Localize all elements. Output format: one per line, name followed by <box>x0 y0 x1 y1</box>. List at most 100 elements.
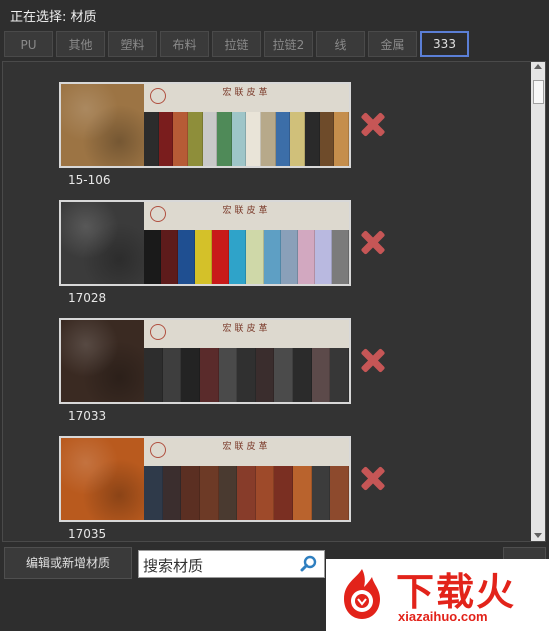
color-strip <box>173 112 188 166</box>
material-swatch <box>61 84 144 166</box>
material-item[interactable]: 宏联皮革 17033 <box>59 318 379 432</box>
color-strip <box>178 230 196 284</box>
scroll-up-arrow-icon[interactable] <box>534 64 542 69</box>
material-item[interactable]: 宏联皮革 17028 <box>59 200 379 314</box>
material-code: 17035 <box>68 527 107 541</box>
tab-zipper2[interactable]: 拉链2 <box>264 31 313 57</box>
delete-icon[interactable] <box>361 466 385 490</box>
color-strips <box>144 348 349 402</box>
color-strip <box>195 230 213 284</box>
color-strip <box>314 230 332 284</box>
material-item[interactable]: 宏联皮革 15-106 <box>59 82 379 196</box>
material-list-panel: 宏联皮革 15-106 宏联皮革 17028 宏联皮革 17033 宏联皮革 17035 <box>2 61 546 542</box>
tab-pu[interactable]: PU <box>4 31 53 57</box>
material-search-input[interactable] <box>141 552 295 578</box>
scroll-down-arrow-icon[interactable] <box>534 533 542 538</box>
color-strip <box>297 230 315 284</box>
color-strip <box>199 466 219 520</box>
vertical-scrollbar[interactable] <box>531 62 545 541</box>
material-code: 17028 <box>68 291 107 305</box>
color-strip <box>330 348 349 402</box>
catalog-header: 宏联皮革 <box>144 202 349 230</box>
color-catalog-image: 宏联皮革 <box>144 320 349 402</box>
material-swatch <box>61 320 144 402</box>
color-strip <box>218 466 238 520</box>
color-strip <box>319 112 335 166</box>
fire-logo-icon <box>344 569 380 619</box>
color-strips <box>144 466 349 520</box>
delete-icon[interactable] <box>361 230 385 254</box>
color-strip <box>237 466 256 520</box>
catalog-logo-icon <box>150 324 166 340</box>
material-swatch <box>61 202 144 284</box>
selection-value: 材质 <box>70 10 97 25</box>
color-strip <box>144 230 162 284</box>
material-thumbnail[interactable]: 宏联皮革 <box>59 436 351 522</box>
color-strip <box>212 230 230 284</box>
color-strip <box>144 112 159 166</box>
tab-plastic[interactable]: 塑料 <box>108 31 157 57</box>
search-icon[interactable] <box>300 555 318 573</box>
color-strip <box>311 466 331 520</box>
color-strips <box>144 230 349 284</box>
color-strip <box>290 112 306 166</box>
color-strip <box>275 112 291 166</box>
color-catalog-image: 宏联皮革 <box>144 84 349 166</box>
material-swatch <box>61 438 144 520</box>
catalog-logo-icon <box>150 442 166 458</box>
catalog-header: 宏联皮革 <box>144 438 349 466</box>
color-strip <box>246 230 264 284</box>
tab-333[interactable]: 333 <box>420 31 469 57</box>
color-strip <box>218 348 238 402</box>
color-strip <box>330 466 349 520</box>
tab-metal[interactable]: 金属 <box>368 31 417 57</box>
color-strip <box>217 112 232 166</box>
material-item[interactable]: 宏联皮革 17035 <box>59 436 379 541</box>
color-strip <box>305 112 320 166</box>
color-strip <box>261 112 276 166</box>
material-code: 17033 <box>68 409 107 423</box>
material-thumbnail[interactable]: 宏联皮革 <box>59 318 351 404</box>
color-strip <box>181 348 200 402</box>
delete-icon[interactable] <box>361 112 385 136</box>
color-strip <box>202 112 218 166</box>
color-strip <box>293 348 312 402</box>
tab-zipper[interactable]: 拉链 <box>212 31 261 57</box>
material-thumbnail[interactable]: 宏联皮革 <box>59 82 351 168</box>
catalog-logo-icon <box>150 88 166 104</box>
color-strip <box>229 230 247 284</box>
color-strip <box>158 112 174 166</box>
category-tabs: PU 其他 塑料 布料 拉链 拉链2 线 金属 333 <box>4 31 469 57</box>
color-strip <box>311 348 331 402</box>
catalog-logo-icon <box>150 206 166 222</box>
color-strip <box>237 348 256 402</box>
selection-status: 正在选择: 材质 <box>10 6 97 25</box>
watermark-url: xiazaihuo.com <box>398 609 488 624</box>
color-strip <box>331 230 349 284</box>
color-strip <box>274 348 294 402</box>
color-catalog-image: 宏联皮革 <box>144 202 349 284</box>
color-catalog-image: 宏联皮革 <box>144 438 349 520</box>
color-strip <box>144 348 163 402</box>
color-strip <box>255 348 275 402</box>
scrollbar-thumb[interactable] <box>533 80 544 104</box>
tab-thread[interactable]: 线 <box>316 31 365 57</box>
tab-fabric[interactable]: 布料 <box>160 31 209 57</box>
color-strip <box>274 466 294 520</box>
color-strip <box>231 112 247 166</box>
color-strip <box>161 230 179 284</box>
color-strip <box>144 466 163 520</box>
catalog-header: 宏联皮革 <box>144 84 349 112</box>
color-strip <box>162 348 182 402</box>
material-code: 15-106 <box>68 173 111 187</box>
delete-icon[interactable] <box>361 348 385 372</box>
material-search-box <box>138 550 325 578</box>
tab-other[interactable]: 其他 <box>56 31 105 57</box>
color-strip <box>255 466 275 520</box>
catalog-header: 宏联皮革 <box>144 320 349 348</box>
edit-or-add-material-button[interactable]: 编辑或新增材质 <box>4 547 132 579</box>
color-strip <box>280 230 298 284</box>
material-thumbnail[interactable]: 宏联皮革 <box>59 200 351 286</box>
color-strip <box>162 466 182 520</box>
color-strip <box>263 230 281 284</box>
